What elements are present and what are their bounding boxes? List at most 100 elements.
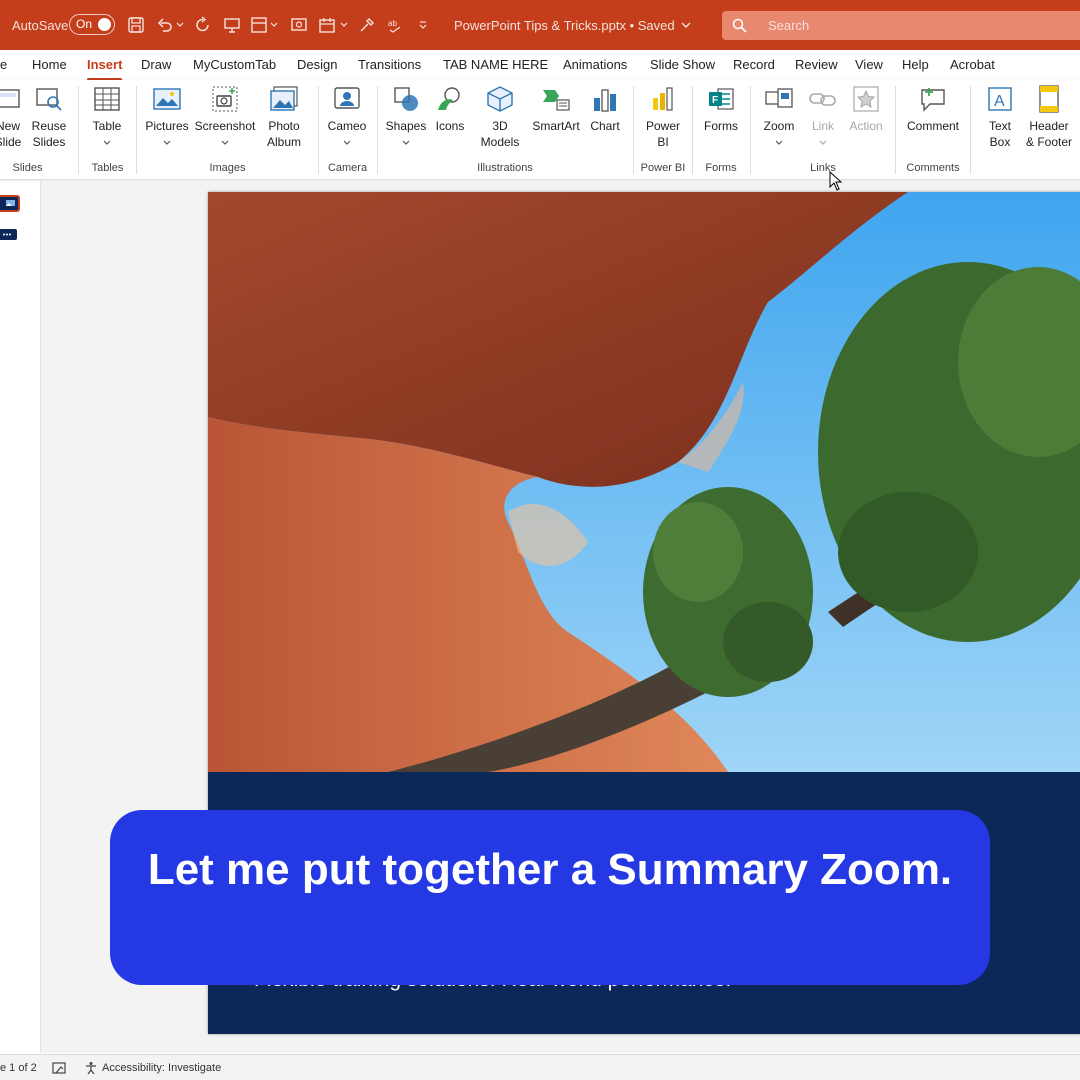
canyon-photo[interactable] <box>208 192 1080 772</box>
3d-models-button[interactable]: 3D Models <box>468 84 532 150</box>
document-title[interactable]: PowerPoint Tips & Tricks.pptx • Saved <box>454 0 692 50</box>
cameo-button[interactable]: Cameo <box>315 84 379 150</box>
ribbon-insert: New Slide Reuse Slides Slides Table Tabl… <box>0 80 1080 180</box>
chevron-down-icon <box>819 140 827 145</box>
save-icon[interactable] <box>127 16 145 34</box>
search-box[interactable] <box>722 11 1080 40</box>
tab-slide-show[interactable]: Slide Show <box>650 57 715 72</box>
pictures-label: Pictures <box>145 119 189 133</box>
layout-icon[interactable] <box>250 16 268 34</box>
header-footer-button[interactable]: Header & Footer <box>1017 84 1080 150</box>
title-bar: AutoSave On ab PowerPoint Tips & Tricks.… <box>0 0 1080 50</box>
search-icon <box>732 18 747 33</box>
spelling-icon[interactable]: ab <box>386 16 404 34</box>
autosave-state: On <box>76 17 93 31</box>
tab-mycustomtab[interactable]: MyCustomTab <box>193 57 276 72</box>
document-title-text: PowerPoint Tips & Tricks.pptx • Saved <box>454 17 675 33</box>
cameo-icon <box>334 87 360 109</box>
power-bi-button[interactable]: Power BI <box>631 84 695 150</box>
tab-file[interactable]: e <box>0 57 7 72</box>
slide-thumbnail-2[interactable] <box>0 229 17 240</box>
svg-text:F: F <box>712 95 718 106</box>
calendar-icon[interactable] <box>318 16 336 34</box>
notes-icon[interactable] <box>52 1061 66 1075</box>
tab-draw[interactable]: Draw <box>141 57 171 72</box>
smartart-icon <box>543 90 570 111</box>
group-forms: Forms <box>705 162 737 174</box>
forms-label: Forms <box>704 119 738 133</box>
pictures-button[interactable]: Pictures <box>135 84 199 150</box>
group-illustrations: Illustrations <box>477 162 533 174</box>
action-star-icon <box>853 86 879 112</box>
chevron-down-icon <box>221 140 229 145</box>
screenshot-label: Screenshot <box>194 119 256 133</box>
chevron-down-icon <box>103 140 111 145</box>
toggle-knob <box>98 18 111 31</box>
svg-text:ab: ab <box>388 19 397 28</box>
ribbon-tabs: e Home Insert Draw MyCustomTab Design Tr… <box>0 50 1080 81</box>
slide-thumbnail-pane <box>0 181 41 1053</box>
group-tables: Tables <box>91 162 124 174</box>
powerpoint-window: AutoSave On ab PowerPoint Tips & Tricks.… <box>0 0 1080 1080</box>
photo-album-icon <box>270 86 298 111</box>
chevron-down-icon <box>681 22 691 28</box>
tab-view[interactable]: View <box>855 57 883 72</box>
reuse-slides-icon <box>36 88 62 111</box>
zoom-icon <box>765 88 793 108</box>
tab-design[interactable]: Design <box>297 57 337 72</box>
photo-album-button[interactable]: Photo Album <box>252 84 316 150</box>
comment-button[interactable]: Comment <box>901 84 965 134</box>
accessibility-icon[interactable] <box>84 1061 98 1075</box>
redo-icon[interactable] <box>194 16 212 34</box>
tab-help[interactable]: Help <box>902 57 929 72</box>
tab-insert[interactable]: Insert <box>87 57 123 81</box>
autosave-label: AutoSave <box>12 17 69 33</box>
tab-record[interactable]: Record <box>733 57 775 72</box>
calendar-dropdown-icon[interactable] <box>340 16 348 34</box>
undo-dropdown-icon[interactable] <box>176 16 184 34</box>
present-icon[interactable] <box>223 16 241 34</box>
text-box-icon: A <box>988 87 1012 111</box>
undo-icon[interactable] <box>156 16 174 34</box>
comment-label: Comment <box>906 119 959 133</box>
chart-button[interactable]: Chart <box>573 84 637 134</box>
layout-dropdown-icon[interactable] <box>270 16 278 34</box>
search-input[interactable] <box>768 16 1068 35</box>
photo-album-label: Photo Album <box>266 119 301 149</box>
thumbnail-picture-icon <box>6 200 15 206</box>
slide-thumbnail-1[interactable] <box>0 195 20 212</box>
thumbnail-dots-icon <box>3 233 11 236</box>
tab-custom-name[interactable]: TAB NAME HERE <box>443 57 548 72</box>
slide-show-icon[interactable] <box>290 16 308 34</box>
tab-acrobat[interactable]: Acrobat <box>950 57 995 72</box>
comment-icon <box>921 88 945 112</box>
table-button[interactable]: Table <box>75 84 139 150</box>
tab-review[interactable]: Review <box>795 57 838 72</box>
tab-animations[interactable]: Animations <box>563 57 627 72</box>
cameo-label: Cameo <box>327 119 367 133</box>
reuse-slides-button[interactable]: Reuse Slides <box>17 84 81 150</box>
tab-transitions[interactable]: Transitions <box>358 57 421 72</box>
screenshot-icon <box>212 86 238 112</box>
customize-qat-icon[interactable] <box>418 16 428 34</box>
mouse-cursor-icon <box>829 171 843 191</box>
status-bar: e 1 of 2 Accessibility: Investigate <box>0 1054 1080 1080</box>
header-footer-icon <box>1039 85 1059 113</box>
forms-icon: F <box>709 88 734 110</box>
chevron-down-icon <box>402 140 410 145</box>
tab-home[interactable]: Home <box>32 57 67 72</box>
group-images: Images <box>209 162 246 174</box>
reuse-slides-label: Reuse Slides <box>31 119 67 149</box>
group-slides: Slides <box>12 162 43 174</box>
pictures-icon <box>153 88 181 110</box>
screenshot-button[interactable]: Screenshot <box>192 84 258 150</box>
autosave-toggle[interactable]: On <box>69 14 115 35</box>
forms-button[interactable]: F Forms <box>689 84 753 134</box>
accessibility-status[interactable]: Accessibility: Investigate <box>102 1062 221 1074</box>
action-button[interactable]: Action <box>834 84 898 134</box>
group-power-bi: Power BI <box>640 162 686 174</box>
icons-icon <box>438 87 460 110</box>
eyedropper-icon[interactable] <box>358 16 376 34</box>
ribbon-separator <box>895 86 896 174</box>
power-bi-label: Power BI <box>645 119 680 149</box>
